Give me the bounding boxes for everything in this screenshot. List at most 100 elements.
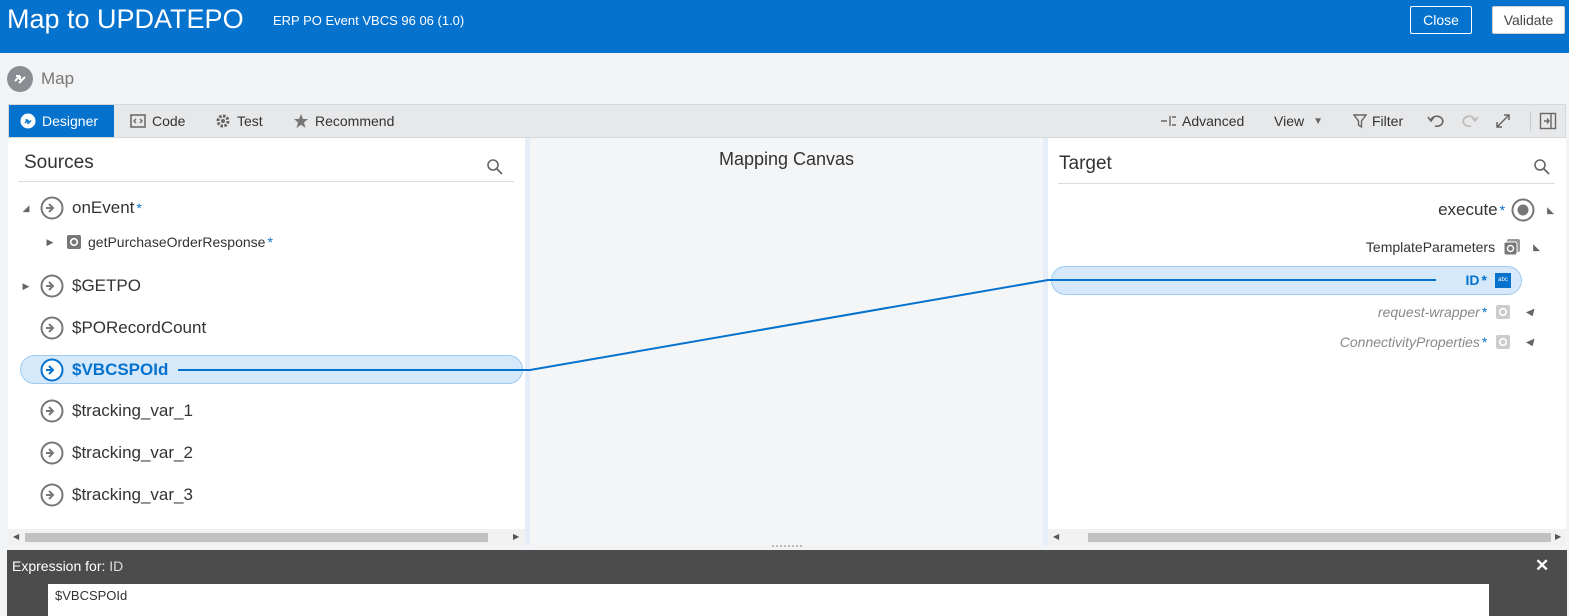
variable-icon xyxy=(40,316,64,340)
variable-icon xyxy=(40,196,64,220)
expression-label-prefix: Expression for: xyxy=(12,558,106,574)
close-icon[interactable]: ✕ xyxy=(1535,556,1549,576)
designer-icon xyxy=(20,113,36,129)
target-root-icon xyxy=(1511,198,1535,222)
source-node-onevent[interactable]: ◢ onEvent * xyxy=(20,196,142,220)
tab-recommend-label: Recommend xyxy=(315,113,395,129)
tab-designer-label: Designer xyxy=(42,113,99,129)
star-icon xyxy=(293,113,309,129)
redo-button[interactable] xyxy=(1461,105,1479,137)
required-marker: * xyxy=(1481,304,1488,320)
variable-icon xyxy=(40,399,64,423)
expand-triangle-icon[interactable]: ◀ xyxy=(1525,337,1533,348)
close-button[interactable]: Close xyxy=(1410,6,1472,34)
expand-triangle-icon[interactable]: ▶ xyxy=(44,237,56,248)
map-bar: Map xyxy=(0,53,1569,103)
page-title: Map to UPDATEPO xyxy=(7,4,244,34)
map-label: Map xyxy=(41,69,75,88)
scrollbar-thumb[interactable] xyxy=(1088,533,1551,542)
view-menu-button[interactable]: View ▼ xyxy=(1274,105,1323,137)
redo-icon xyxy=(1461,113,1479,129)
tab-test[interactable]: Test xyxy=(215,105,263,137)
toggle-panel-button[interactable] xyxy=(1539,105,1557,137)
variable-icon xyxy=(40,274,64,298)
collapse-triangle-icon[interactable]: ◣ xyxy=(1533,242,1540,253)
sources-divider xyxy=(18,181,514,182)
scroll-right-icon[interactable]: ▶ xyxy=(513,532,519,541)
expression-editor[interactable]: $VBCSPOId xyxy=(48,584,1489,616)
integration-subtitle: ERP PO Event VBCS 96 06 (1.0) xyxy=(273,13,465,28)
resize-handle[interactable] xyxy=(772,545,802,549)
source-node-tracking-var-1[interactable]: $tracking_var_1 xyxy=(40,399,193,423)
tab-code-label: Code xyxy=(152,113,186,129)
node-label: $GETPO xyxy=(72,276,141,295)
map-icon xyxy=(7,66,33,92)
scroll-right-icon[interactable]: ▶ xyxy=(1555,532,1561,541)
node-label: ConnectivityProperties xyxy=(1339,334,1480,350)
tab-recommend[interactable]: Recommend xyxy=(293,105,394,137)
node-label: $VBCSPOId xyxy=(72,360,169,379)
collapse-triangle-icon[interactable]: ◢ xyxy=(20,203,32,214)
target-node-connectivityproperties[interactable]: ConnectivityProperties * ◀ xyxy=(1340,334,1533,350)
target-node-id[interactable]: ID * abc xyxy=(1466,272,1511,288)
required-marker: * xyxy=(1481,334,1488,350)
sources-title: Sources xyxy=(24,152,94,173)
search-icon[interactable] xyxy=(486,158,504,176)
filter-icon xyxy=(1353,113,1367,129)
maximize-button[interactable] xyxy=(1494,105,1512,137)
expression-label: Expression for: ID xyxy=(12,558,123,574)
node-label: $PORecordCount xyxy=(72,318,207,337)
target-node-execute[interactable]: execute * ◣ xyxy=(1438,198,1554,222)
source-node-getpurchaseorderresponse[interactable]: ▶ getPurchaseOrderResponse * xyxy=(44,234,273,250)
expression-panel: Expression for: ID ✕ $VBCSPOId xyxy=(7,550,1567,616)
source-node-tracking-var-3[interactable]: $tracking_var_3 xyxy=(40,483,193,507)
filter-label: Filter xyxy=(1372,113,1404,129)
target-title: Target xyxy=(1059,153,1112,174)
code-icon xyxy=(130,113,146,129)
validate-button[interactable]: Validate xyxy=(1492,6,1565,34)
source-node-getpo[interactable]: ▶ $GETPO xyxy=(20,274,141,298)
variable-icon xyxy=(40,483,64,507)
source-node-porecordcount[interactable]: $PORecordCount xyxy=(40,316,206,340)
filter-button[interactable]: Filter xyxy=(1353,105,1403,137)
required-marker: * xyxy=(1481,272,1487,288)
element-icon xyxy=(67,235,81,249)
scroll-left-icon[interactable]: ◀ xyxy=(1053,532,1059,541)
node-label: request-wrapper xyxy=(1377,304,1480,320)
required-marker: * xyxy=(267,234,273,250)
source-node-vbcspoid[interactable]: $VBCSPOId xyxy=(40,358,168,382)
search-icon[interactable] xyxy=(1533,158,1551,176)
tab-code[interactable]: Code xyxy=(130,105,185,137)
page-header: Map to UPDATEPO ERP PO Event VBCS 96 06 … xyxy=(0,0,1569,53)
target-node-request-wrapper[interactable]: request-wrapper * ◀ xyxy=(1378,304,1533,320)
mapper-toolbar: Designer Code Test Recommend Advanced Vi… xyxy=(8,104,1566,138)
tab-designer[interactable]: Designer xyxy=(9,105,114,137)
target-divider xyxy=(1058,183,1555,184)
target-node-templateparameters[interactable]: TemplateParameters ◣ xyxy=(1366,238,1540,256)
repeating-element-icon xyxy=(1503,239,1521,256)
source-node-tracking-var-2[interactable]: $tracking_var_2 xyxy=(40,441,193,465)
sources-horizontal-scrollbar[interactable]: ◀ ▶ xyxy=(8,529,525,545)
expand-triangle-icon[interactable]: ◀ xyxy=(1525,307,1533,318)
node-label: $tracking_var_2 xyxy=(72,443,193,462)
expand-icon xyxy=(1494,112,1512,130)
collapse-triangle-icon[interactable]: ◣ xyxy=(1547,205,1554,216)
scroll-left-icon[interactable]: ◀ xyxy=(13,532,19,541)
tab-test-label: Test xyxy=(237,113,263,129)
panel-toggle-icon xyxy=(1539,112,1557,130)
element-icon xyxy=(1496,305,1511,319)
chevron-down-icon: ▼ xyxy=(1313,115,1323,127)
undo-button[interactable] xyxy=(1427,105,1445,137)
expand-triangle-icon[interactable]: ▶ xyxy=(20,281,32,292)
required-marker: * xyxy=(1499,202,1506,218)
advanced-icon xyxy=(1160,113,1178,129)
expression-target: ID xyxy=(109,558,124,574)
node-label: $tracking_var_1 xyxy=(72,401,193,420)
target-horizontal-scrollbar[interactable]: ◀ ▶ xyxy=(1048,529,1566,545)
node-label: getPurchaseOrderResponse xyxy=(88,234,266,250)
advanced-label: Advanced xyxy=(1182,113,1245,129)
undo-icon xyxy=(1427,113,1445,129)
scrollbar-thumb[interactable] xyxy=(25,533,488,542)
node-label: ID xyxy=(1465,272,1480,288)
advanced-button[interactable]: Advanced xyxy=(1160,105,1244,137)
